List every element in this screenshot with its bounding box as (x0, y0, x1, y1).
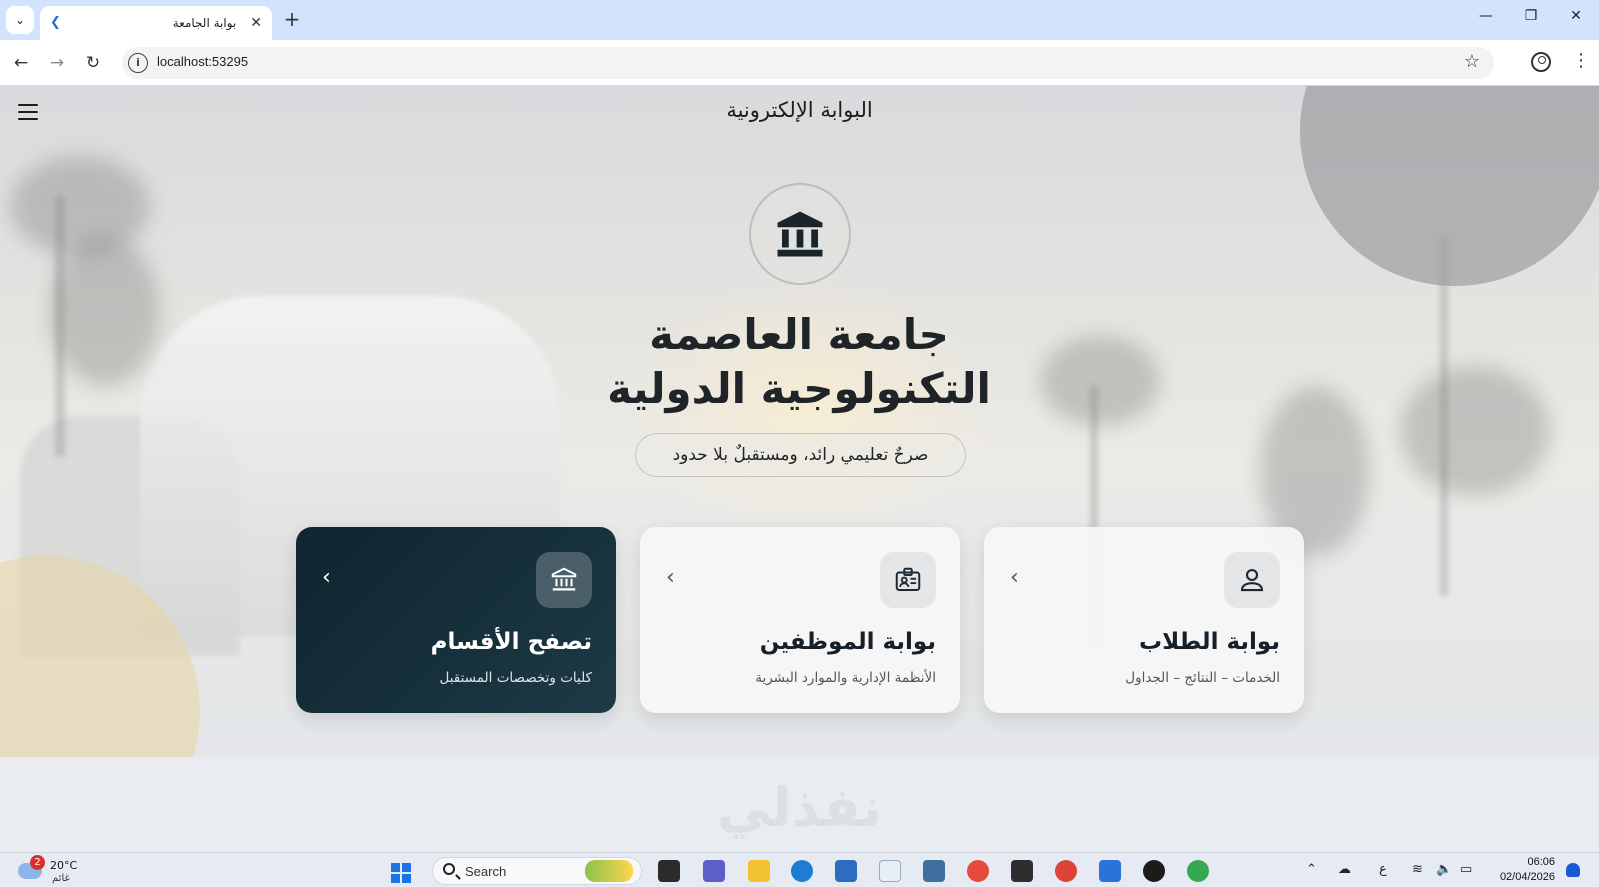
edge-icon[interactable] (791, 860, 813, 882)
close-window-button[interactable]: ✕ (1561, 8, 1591, 32)
tab-title: بوابة الجامعة (172, 16, 237, 30)
battery-icon[interactable]: ▭ (1460, 862, 1472, 877)
url-omnibox[interactable]: i localhost:53295 ☆ (122, 47, 1494, 79)
clock-time: 06:06 (1527, 856, 1555, 868)
web-page: البوابة الإلكترونية جامعة العاصمة التكنو… (0, 86, 1599, 852)
bookmark-star-icon[interactable]: ☆ (1464, 51, 1480, 72)
system-clock[interactable]: 06:06 02/04/2026 (1495, 855, 1555, 885)
browser-tab-strip: ⌄ ❮ بوابة الجامعة ✕ + — ❐ ✕ (0, 0, 1599, 40)
postgres-icon[interactable] (923, 860, 945, 882)
profile-icon[interactable] (1531, 52, 1551, 72)
departments-card[interactable]: ‹ تصفح الأقسام كليات وتخصصات المستقبل (296, 527, 616, 713)
language-indicator[interactable]: ع (1379, 862, 1387, 877)
app-bar-title: البوابة الإلكترونية (726, 98, 873, 122)
windows-taskbar: 2 20°C غائم Search ⌃ ☁ ع ≋ 🔈 ▭ 06:06 02/… (0, 852, 1599, 887)
file-explorer-icon[interactable] (748, 860, 770, 882)
url-text[interactable]: localhost:53295 (157, 54, 248, 69)
search-icon (443, 863, 455, 875)
close-tab-icon[interactable]: ✕ (250, 15, 262, 31)
watermark-logo: نفذلي (716, 776, 883, 839)
card-title: بوابة الطلاب (1138, 629, 1280, 655)
site-info-icon[interactable]: i (128, 53, 148, 73)
store-icon[interactable] (835, 860, 857, 882)
id-badge-icon (895, 567, 921, 591)
card-subtitle: الخدمات – النتائج – الجداول (1125, 670, 1280, 686)
tab-search-button[interactable]: ⌄ (6, 6, 34, 34)
onedrive-icon[interactable]: ☁ (1338, 862, 1351, 877)
restore-button[interactable]: ❐ (1516, 8, 1546, 32)
back-button[interactable]: ← (8, 50, 34, 76)
institution-icon (551, 567, 577, 591)
slogan-pill: صرحٌ تعليمي رائد، ومستقبلٌ بلا حدود (635, 433, 966, 477)
notification-badge: 2 (30, 855, 45, 870)
university-name: جامعة العاصمة التكنولوجية الدولية (607, 310, 991, 413)
translator-icon[interactable] (879, 860, 901, 882)
chevron-left-icon: ‹ (1010, 565, 1019, 590)
person-icon (1240, 568, 1264, 592)
minimize-button[interactable]: — (1471, 8, 1501, 32)
media-player-icon[interactable] (1143, 860, 1165, 882)
chrome-dev-icon[interactable] (967, 860, 989, 882)
students-portal-card[interactable]: ‹ بوابة الطلاب الخدمات – النتائج – الجدا… (984, 527, 1304, 713)
staff-portal-card[interactable]: ‹ بوابة الموظفين الأنظمة الإدارية والموا… (640, 527, 960, 713)
browser-tab[interactable]: ❮ بوابة الجامعة ✕ (40, 6, 272, 40)
weather-description: غائم (52, 873, 70, 884)
weather-widget[interactable]: 2 20°C غائم (16, 855, 86, 885)
flutter-favicon-icon: ❮ (50, 15, 61, 30)
weather-temperature: 20°C (50, 859, 78, 872)
card-title: بوابة الموظفين (759, 629, 936, 655)
university-logo (749, 183, 851, 285)
clock-date: 02/04/2026 (1499, 871, 1555, 883)
institution-icon (777, 211, 823, 257)
chevron-up-icon[interactable]: ⌃ (1306, 862, 1317, 877)
browser-menu-icon[interactable]: ⋮ (1572, 50, 1590, 71)
card-title: تصفح الأقسام (430, 629, 592, 655)
volume-icon[interactable]: 🔈 (1436, 862, 1452, 877)
chrome-profile-icon[interactable] (1187, 860, 1209, 882)
notification-bell-icon[interactable] (1566, 863, 1580, 877)
terminal-icon[interactable] (1011, 860, 1033, 882)
hero-section: البوابة الإلكترونية جامعة العاصمة التكنو… (0, 86, 1599, 757)
new-tab-button[interactable]: + (280, 8, 304, 32)
card-icon (1224, 552, 1280, 608)
card-subtitle: كليات وتخصصات المستقبل (439, 670, 592, 686)
card-icon (880, 552, 936, 608)
windows-start-icon[interactable] (391, 863, 411, 883)
search-highlight-icon (585, 860, 633, 882)
task-view-icon[interactable] (658, 860, 680, 882)
address-bar: ← → ↻ i localhost:53295 ☆ ⋮ (0, 40, 1599, 86)
card-subtitle: الأنظمة الإدارية والموارد البشرية (755, 670, 936, 686)
notepad-icon[interactable] (1099, 860, 1121, 882)
reload-button[interactable]: ↻ (80, 50, 106, 76)
wifi-icon[interactable]: ≋ (1412, 862, 1423, 877)
taskbar-search[interactable]: Search (432, 857, 642, 885)
chevron-left-icon: ‹ (322, 565, 331, 590)
card-icon (536, 552, 592, 608)
search-placeholder: Search (465, 864, 507, 879)
forward-button[interactable]: → (44, 50, 70, 76)
chevron-left-icon: ‹ (666, 565, 675, 590)
chrome-icon[interactable] (1055, 860, 1077, 882)
teams-icon[interactable] (703, 860, 725, 882)
